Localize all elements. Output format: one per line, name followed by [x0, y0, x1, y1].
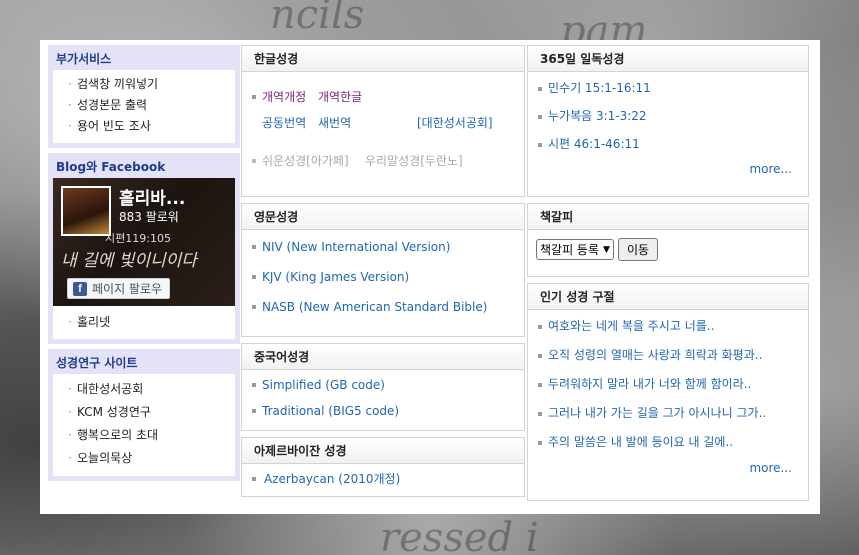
right-column: 365일 일독성경 민수기 15:1-16:11 누가복음 3:1-3:22 시… — [527, 45, 809, 507]
bullet-icon — [252, 159, 256, 163]
daily-reading-item[interactable]: 시편 46:1-46:11 — [538, 130, 798, 158]
facebook-cover-text: 내 길에 빛이니이다 — [61, 251, 197, 271]
korean-row-3: 쉬운성경[아가페] 우리말성경[두란노] — [252, 148, 514, 174]
social-list: 홀리넷 — [53, 306, 235, 339]
bookmark-select[interactable]: 책갈피 등록 ▼ — [536, 239, 614, 260]
popular-verses-more-link[interactable]: more... — [538, 457, 798, 479]
popular-verse-item[interactable]: 주의 말씀은 내 발에 등이요 내 길에.. — [538, 428, 798, 457]
link-easy-bible[interactable]: 쉬운성경[아가페] — [262, 148, 349, 174]
link-woorimal-bible[interactable]: 우리말성경[두란노] — [365, 148, 463, 174]
research-item-bible-society[interactable]: 대한성서공회 — [53, 378, 235, 401]
english-bible-panel: 영문성경 NIV (New International Version) KJV… — [241, 203, 525, 337]
daily-reading-title: 365일 일독성경 — [528, 46, 808, 72]
popular-verses-panel: 인기 성경 구절 여호와는 네게 복을 주시고 너를.. 오직 성령의 열매는 … — [527, 283, 809, 501]
english-bible-title: 영문성경 — [242, 204, 524, 230]
daily-reading-item[interactable]: 민수기 15:1-16:11 — [538, 74, 798, 102]
link-traditional-chinese[interactable]: Traditional (BIG5 code) — [252, 398, 514, 424]
service-item-search-embed[interactable]: 검색창 끼워넣기 — [53, 74, 235, 95]
bookmark-select-value: 책갈피 등록 — [540, 243, 600, 257]
korean-bible-body: 개역개정 개역한글 공동번역 새번역 [대한성서공회] 쉬운성경[아가페] 우리… — [242, 72, 524, 182]
korean-row-2: 공동번역 새번역 [대한성서공회] — [252, 110, 514, 136]
chevron-down-icon: ▼ — [603, 244, 610, 255]
azerbaijani-bible-panel: 아제르바이잔 성경 Azerbaycan (2010개정) — [241, 437, 525, 497]
link-kjv[interactable]: KJV (King James Version) — [252, 262, 514, 292]
daily-reading-body: 민수기 15:1-16:11 누가복음 3:1-3:22 시편 46:1-46:… — [528, 72, 808, 182]
research-title: 성경연구 사이트 — [56, 356, 138, 370]
link-korean-revised-version[interactable]: 개역한글 — [318, 84, 362, 110]
chinese-bible-panel: 중국어성경 Simplified (GB code) Traditional (… — [241, 343, 525, 431]
bookmark-panel: 책갈피 책갈피 등록 ▼ 이동 — [527, 203, 809, 277]
research-item-meditation[interactable]: 오늘의묵상 — [53, 447, 235, 470]
background-text-fragment: ncils — [270, 0, 365, 38]
research-item-invitation[interactable]: 행복으로의 초대 — [53, 424, 235, 447]
daily-reading-more-link[interactable]: more... — [538, 158, 798, 180]
bookmark-title: 책갈피 — [528, 204, 808, 230]
facebook-follow-button[interactable]: f 페이지 팔로우 — [67, 278, 171, 299]
bookmark-go-button[interactable]: 이동 — [617, 238, 659, 261]
social-title: Blog와 Facebook — [56, 160, 166, 174]
facebook-cover-caption: 시편119:105 — [105, 232, 171, 245]
service-item-print[interactable]: 성경본문 출력 — [53, 95, 235, 116]
link-revised-korean[interactable]: 개역개정 — [262, 84, 306, 110]
facebook-icon: f — [73, 281, 87, 296]
bookmark-controls: 책갈피 등록 ▼ 이동 — [528, 230, 808, 267]
popular-verse-item[interactable]: 여호와는 네게 복을 주시고 너를.. — [538, 312, 798, 341]
link-simplified-chinese[interactable]: Simplified (GB code) — [252, 372, 514, 398]
facebook-page-thumbnail[interactable] — [61, 186, 111, 236]
services-title: 부가서비스 — [56, 52, 112, 66]
research-list: 대한성서공회 KCM 성경연구 행복으로의 초대 오늘의묵상 — [53, 374, 235, 476]
link-nasb[interactable]: NASB (New American Standard Bible) — [252, 292, 514, 322]
services-box: 부가서비스 검색창 끼워넣기 성경본문 출력 용어 빈도 조사 — [48, 45, 240, 148]
azerbaijani-bible-title: 아제르바이잔 성경 — [242, 438, 524, 464]
link-common-translation[interactable]: 공동번역 — [262, 110, 306, 136]
social-item-holynet[interactable]: 홀리넷 — [53, 312, 235, 333]
korean-bible-title: 한글성경 — [242, 46, 524, 72]
korean-row-1: 개역개정 개역한글 — [252, 84, 514, 110]
popular-verse-item[interactable]: 오직 성령의 열매는 사랑과 희락과 화평과.. — [538, 341, 798, 370]
popular-verses-body: 여호와는 네게 복을 주시고 너를.. 오직 성령의 열매는 사랑과 희락과 화… — [528, 310, 808, 487]
english-bible-body: NIV (New International Version) KJV (Kin… — [242, 230, 524, 330]
main-frame: 부가서비스 검색창 끼워넣기 성경본문 출력 용어 빈도 조사 Blog와 Fa… — [40, 40, 820, 514]
link-new-translation[interactable]: 새번역 — [318, 110, 351, 136]
services-list: 검색창 끼워넣기 성경본문 출력 용어 빈도 조사 — [53, 70, 235, 143]
daily-reading-panel: 365일 일독성경 민수기 15:1-16:11 누가복음 3:1-3:22 시… — [527, 45, 809, 197]
popular-verse-item[interactable]: 두려워하지 말라 내가 너와 함께 함이라.. — [538, 370, 798, 399]
azerbaijani-bible-body: Azerbaycan (2010개정) — [242, 464, 524, 500]
research-box: 성경연구 사이트 대한성서공회 KCM 성경연구 행복으로의 초대 오늘의묵상 — [48, 349, 240, 481]
bullet-icon — [252, 95, 256, 99]
popular-verse-item[interactable]: 그러나 내가 가는 길을 그가 아시나니 그가.. — [538, 399, 798, 428]
facebook-follow-label: 페이지 팔로우 — [92, 282, 163, 296]
left-column: 부가서비스 검색창 끼워넣기 성경본문 출력 용어 빈도 조사 Blog와 Fa… — [48, 45, 240, 486]
link-azerbaycan[interactable]: Azerbaycan (2010개정) — [252, 466, 514, 492]
daily-reading-item[interactable]: 누가복음 3:1-3:22 — [538, 102, 798, 130]
link-bible-society[interactable]: [대한성서공회] — [417, 110, 493, 136]
chinese-bible-title: 중국어성경 — [242, 344, 524, 370]
background-text-fragment: ressed i — [380, 515, 539, 555]
chinese-bible-body: Simplified (GB code) Traditional (BIG5 c… — [242, 370, 524, 432]
research-item-kcm[interactable]: KCM 성경연구 — [53, 401, 235, 424]
korean-bible-panel: 한글성경 개역개정 개역한글 공동번역 새번역 [대한성서공회] 쉬운성경[아가… — [241, 45, 525, 197]
facebook-follower-count: 883 팔로워 — [119, 210, 179, 224]
middle-column: 한글성경 개역개정 개역한글 공동번역 새번역 [대한성서공회] 쉬운성경[아가… — [241, 45, 525, 503]
link-niv[interactable]: NIV (New International Version) — [252, 232, 514, 262]
popular-verses-title: 인기 성경 구절 — [528, 284, 808, 310]
social-box: Blog와 Facebook 홀리바... 883 팔로워 시편119:105 … — [48, 153, 240, 344]
service-item-term-frequency[interactable]: 용어 빈도 조사 — [53, 116, 235, 137]
facebook-page-widget[interactable]: 홀리바... 883 팔로워 시편119:105 내 길에 빛이니이다 f 페이… — [53, 178, 235, 306]
facebook-page-name[interactable]: 홀리바... — [119, 184, 185, 209]
